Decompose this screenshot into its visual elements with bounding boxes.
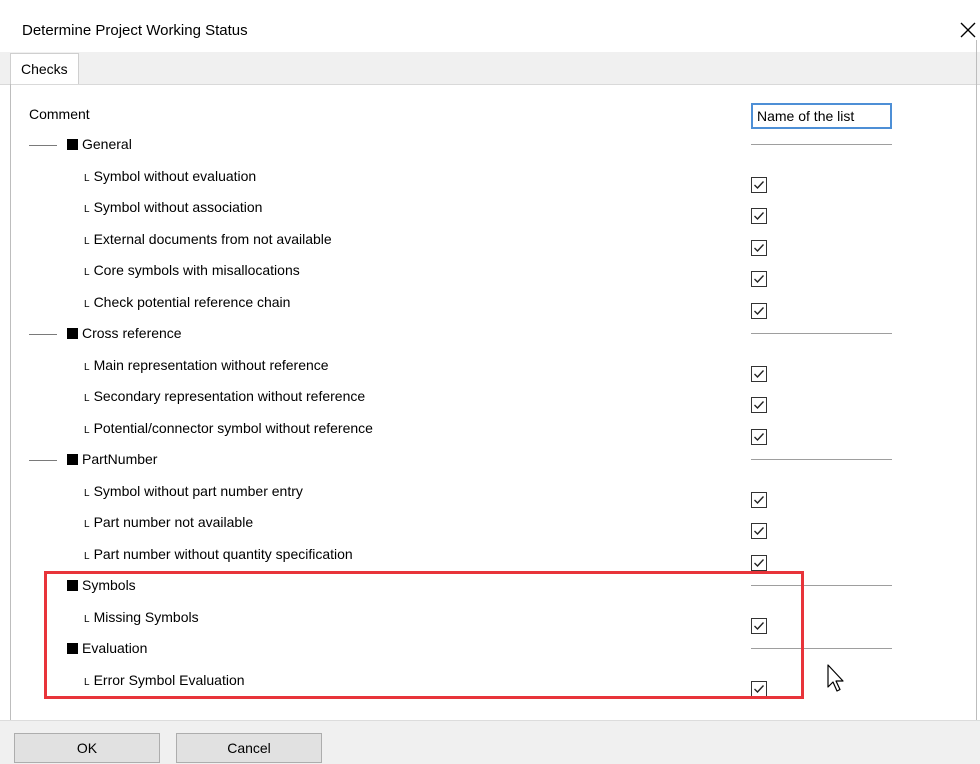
check-checkbox[interactable] xyxy=(751,397,767,413)
checkmark-icon xyxy=(754,433,765,442)
tree-dash xyxy=(29,334,57,335)
checkmark-icon xyxy=(754,401,765,410)
close-icon[interactable] xyxy=(958,20,978,40)
list-item-label: Check potential reference chain xyxy=(93,294,291,310)
group-label: Cross reference xyxy=(82,325,182,341)
list-item-label: Potential/connector symbol without refer… xyxy=(93,420,373,436)
group-separator xyxy=(751,459,892,460)
list-item: L Check potential reference chain xyxy=(84,294,290,310)
tree-branch-icon: L xyxy=(84,236,90,247)
tree-branch-icon: L xyxy=(84,425,90,436)
highlight-box xyxy=(44,571,804,699)
check-checkbox[interactable] xyxy=(751,271,767,287)
tree-branch-icon: L xyxy=(84,551,90,562)
tab-checks[interactable]: Checks xyxy=(10,53,79,84)
list-item: L Part number without quantity specificat… xyxy=(84,546,353,562)
group-separator xyxy=(751,144,892,145)
list-item-label: Symbol without association xyxy=(93,199,263,215)
tree-branch-icon: L xyxy=(84,267,90,278)
list-item: L Core symbols with misallocations xyxy=(84,262,300,278)
title-bar: Determine Project Working Status xyxy=(0,0,980,52)
window-title: Determine Project Working Status xyxy=(22,22,248,39)
list-item: L Secondary representation without refere… xyxy=(84,388,365,404)
checkmark-icon xyxy=(754,212,765,221)
left-border xyxy=(10,84,11,720)
checkmark-icon xyxy=(754,496,765,505)
list-item-label: External documents from not available xyxy=(93,231,332,247)
list-item-label: Symbol without evaluation xyxy=(93,168,257,184)
list-item: L External documents from not available xyxy=(84,231,332,247)
check-checkbox[interactable] xyxy=(751,366,767,382)
cancel-button[interactable]: Cancel xyxy=(176,733,322,763)
check-checkbox[interactable] xyxy=(751,240,767,256)
group-separator xyxy=(751,333,892,334)
ok-button[interactable]: OK xyxy=(14,733,160,763)
list-item-label: Part number not available xyxy=(93,514,254,530)
right-border xyxy=(976,40,977,720)
group-label: General xyxy=(82,136,132,152)
list-item: L Symbol without evaluation xyxy=(84,168,256,184)
tree-branch-icon: L xyxy=(84,393,90,404)
checkmark-icon xyxy=(754,244,765,253)
check-checkbox[interactable] xyxy=(751,523,767,539)
check-checkbox[interactable] xyxy=(751,492,767,508)
tree-branch-icon: L xyxy=(84,488,90,499)
tree-dash xyxy=(29,145,57,146)
check-checkbox[interactable] xyxy=(751,555,767,571)
checkmark-icon xyxy=(754,275,765,284)
list-item-label: Symbol without part number entry xyxy=(93,483,303,499)
list-name-header[interactable]: Name of the list xyxy=(751,103,892,129)
tree-branch-icon: L xyxy=(84,204,90,215)
list-item-label: Main representation without reference xyxy=(93,357,329,373)
tree-branch-icon: L xyxy=(84,362,90,373)
group-label: PartNumber xyxy=(82,451,158,467)
comment-column-label: Comment xyxy=(29,106,90,122)
group-header: General xyxy=(67,136,132,152)
list-item: L Potential/connector symbol without refe… xyxy=(84,420,373,436)
checkmark-icon xyxy=(754,559,765,568)
list-item-label: Secondary representation without referen… xyxy=(93,388,366,404)
checkmark-icon xyxy=(754,307,765,316)
group-header: Cross reference xyxy=(67,325,182,341)
tab-strip xyxy=(0,52,980,85)
check-checkbox[interactable] xyxy=(751,208,767,224)
mouse-cursor-icon xyxy=(827,664,844,692)
tree-dash xyxy=(29,460,57,461)
list-item: L Symbol without part number entry xyxy=(84,483,303,499)
tree-branch-icon: L xyxy=(84,173,90,184)
group-square-icon xyxy=(67,139,78,150)
checkmark-icon xyxy=(754,370,765,379)
tree-branch-icon: L xyxy=(84,299,90,310)
checkmark-icon xyxy=(754,527,765,536)
list-item-label: Part number without quantity specificati… xyxy=(93,546,353,562)
group-header: PartNumber xyxy=(67,451,157,467)
check-checkbox[interactable] xyxy=(751,303,767,319)
group-square-icon xyxy=(67,328,78,339)
checkmark-icon xyxy=(754,181,765,190)
check-checkbox[interactable] xyxy=(751,429,767,445)
group-square-icon xyxy=(67,454,78,465)
check-checkbox[interactable] xyxy=(751,177,767,193)
list-item-label: Core symbols with misallocations xyxy=(93,262,300,278)
tree-branch-icon: L xyxy=(84,519,90,530)
list-item: L Symbol without association xyxy=(84,199,262,215)
list-item: L Main representation without reference xyxy=(84,357,329,373)
list-item: L Part number not available xyxy=(84,514,253,530)
